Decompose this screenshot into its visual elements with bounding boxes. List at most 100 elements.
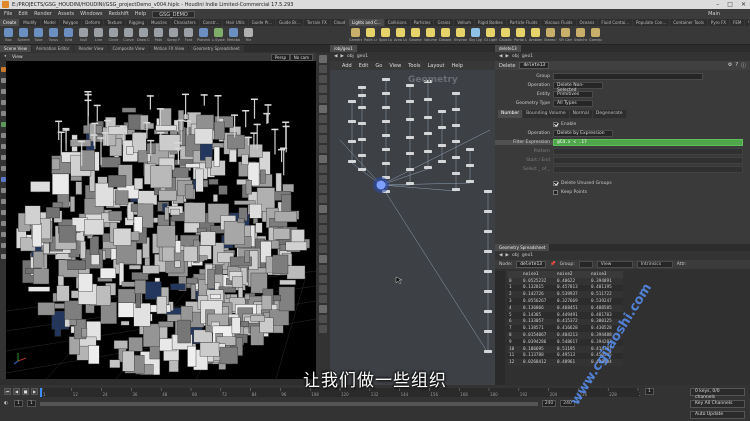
menu-render[interactable]: Render <box>34 11 52 17</box>
shelf-right-tab[interactable]: Vellum <box>454 19 474 26</box>
viewport-tool-icon[interactable] <box>0 177 6 182</box>
shelf-tool-null[interactable]: Null <box>77 28 90 42</box>
viewport-tool-icon[interactable] <box>0 166 6 171</box>
sop-node[interactable] <box>466 180 474 183</box>
shelf-left-tab[interactable]: Modify <box>20 19 40 26</box>
viewport-tool-icon[interactable] <box>0 122 6 127</box>
shelf-right-tab[interactable]: Viscous Fluids <box>541 19 576 26</box>
display-option-icon[interactable] <box>319 125 327 133</box>
shelf-right-tab[interactable]: Wires <box>745 19 749 26</box>
keep-points-checkbox[interactable] <box>553 190 558 195</box>
display-option-icon[interactable] <box>319 105 327 113</box>
table-row[interactable]: 4 0.136066 0.468451 0.488585 <box>507 304 623 312</box>
subtab-number[interactable]: Number <box>498 110 523 118</box>
tab-motion-fx-view[interactable]: Motion FX View <box>149 45 189 52</box>
entity-dropdown[interactable]: Primitives <box>553 91 593 98</box>
viewport-tool-icon[interactable] <box>0 210 6 215</box>
menu-redshift[interactable]: Redshift <box>108 11 128 17</box>
node-name-field[interactable]: delete13 <box>519 62 550 69</box>
tab-delete13[interactable]: delete13 <box>495 45 521 52</box>
shelf-tool-spot-light[interactable]: Spot Light <box>379 28 392 42</box>
display-option-icon[interactable] <box>319 215 327 223</box>
shelf-tool-ambient-light[interactable]: Ambient Light <box>529 28 542 42</box>
menu-file[interactable]: File <box>4 11 12 17</box>
path-obj[interactable]: obj <box>512 253 519 258</box>
sop-node[interactable] <box>438 144 446 147</box>
select-of-field[interactable] <box>553 166 743 173</box>
sop-node[interactable] <box>484 230 492 233</box>
sop-node[interactable] <box>424 150 432 153</box>
menu-help[interactable]: Help <box>135 11 146 17</box>
sop-node[interactable] <box>406 136 414 139</box>
sop-node[interactable] <box>452 92 460 95</box>
filter-expression-field[interactable]: @Cd.x < .17 <box>553 139 743 146</box>
net-menu-layout[interactable]: Layout <box>428 63 445 69</box>
shelf-left-tab[interactable]: Constr... <box>199 19 223 26</box>
sop-node[interactable] <box>406 152 414 155</box>
viewport-tool-icon[interactable] <box>0 232 6 237</box>
menu-assets[interactable]: Assets <box>58 11 74 17</box>
display-option-icon[interactable] <box>319 315 327 323</box>
display-option-icon[interactable] <box>319 295 327 303</box>
display-option-icon[interactable] <box>319 235 327 243</box>
shelf-left-tab[interactable]: Create <box>0 19 20 26</box>
sop-node[interactable] <box>452 108 460 111</box>
gear-icon[interactable]: ⚙ <box>728 62 732 69</box>
viewport-tool-icon[interactable] <box>0 133 6 138</box>
sop-node[interactable] <box>452 188 460 191</box>
shelf-right-tab[interactable]: Pyro FX <box>707 19 730 26</box>
info-icon[interactable]: ⓘ <box>741 62 746 69</box>
sop-node[interactable] <box>382 92 390 95</box>
shelf-tool-platonic-solids[interactable]: Platonic Solids <box>197 28 210 42</box>
display-option-icon[interactable] <box>319 55 327 63</box>
sop-node[interactable] <box>358 94 366 97</box>
path-obj[interactable]: obj <box>512 54 519 59</box>
sop-node[interactable] <box>382 162 390 165</box>
help-icon[interactable]: ? <box>735 62 738 69</box>
auto-update-button[interactable]: Auto Update <box>690 410 745 419</box>
net-menu-go[interactable]: Go <box>375 63 382 69</box>
sop-node[interactable] <box>382 120 390 123</box>
viewport-tool-icon[interactable] <box>0 67 6 72</box>
shelf-tool-curve[interactable]: Curve <box>122 28 135 42</box>
sop-node[interactable] <box>358 122 366 125</box>
net-menu-edit[interactable]: Edit <box>359 63 369 69</box>
subtab-degenerate[interactable]: Degenerate <box>592 110 626 118</box>
shelf-left-tab[interactable]: Deform <box>82 19 104 26</box>
shelf-tool-path[interactable]: Path <box>152 28 165 42</box>
sop-node[interactable] <box>424 166 432 169</box>
sop-node[interactable] <box>406 168 414 171</box>
group-field[interactable] <box>553 73 703 80</box>
delete-unused-checkbox[interactable] <box>553 181 558 186</box>
shelf-tool-file[interactable]: File <box>242 28 255 42</box>
shelf-left-tab[interactable]: Rigging <box>125 19 147 26</box>
shelf-tool-gi-light[interactable]: GI Light <box>484 28 497 42</box>
display-option-icon[interactable] <box>319 325 327 333</box>
back-arrow-icon[interactable]: ◀ <box>499 253 502 258</box>
shelf-right-tab[interactable]: Container Tools <box>670 19 707 26</box>
shelf-left-tab[interactable]: Characters <box>170 19 199 26</box>
sop-node[interactable] <box>358 168 366 171</box>
shelf-left-tab[interactable]: Polygon <box>59 19 82 26</box>
net-menu-view[interactable]: View <box>389 63 401 69</box>
display-option-icon[interactable] <box>319 95 327 103</box>
shelf-left-tab[interactable]: Hair Utils <box>223 19 248 26</box>
end-frame-field[interactable]: 240 <box>541 400 557 407</box>
sop-node[interactable] <box>452 156 460 159</box>
net-menu-add[interactable]: Add <box>342 63 352 69</box>
view-dropdown[interactable]: View <box>596 261 633 268</box>
operation2-dropdown[interactable]: Delete by Expression <box>553 130 613 137</box>
minimize-icon[interactable]: – <box>716 1 719 8</box>
table-row[interactable]: 0 0.0525232 0.40622 0.394891 <box>507 277 623 285</box>
sop-node[interactable] <box>382 106 390 109</box>
sop-node[interactable] <box>358 154 366 157</box>
display-option-icon[interactable] <box>319 285 327 293</box>
tab-animation-editor[interactable]: Animation Editor <box>31 45 74 52</box>
back-arrow-icon[interactable]: ◀ <box>334 54 337 59</box>
shelf-left-tab[interactable]: Muscles <box>147 19 170 26</box>
desk-selector[interactable]: GSG_DEMO <box>152 10 195 18</box>
close-icon[interactable]: ✕ <box>741 1 746 8</box>
tab-render-view[interactable]: Render View <box>74 45 108 52</box>
table-row[interactable]: 2 0.142726 0.539937 0.511722 <box>507 291 623 299</box>
tab-obj-geo1[interactable]: /obj/geo1 <box>330 45 357 52</box>
